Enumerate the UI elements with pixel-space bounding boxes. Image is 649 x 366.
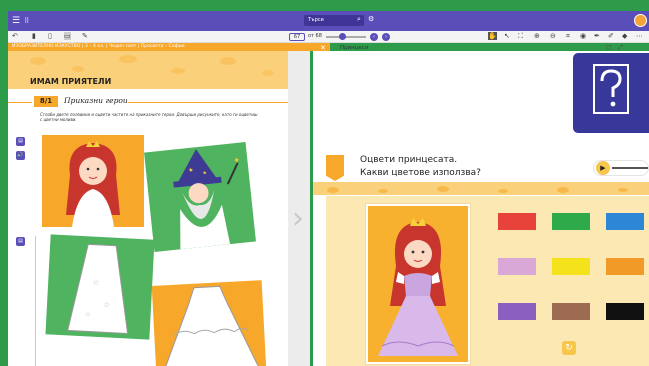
document-icon[interactable]: ▤ xyxy=(16,137,25,146)
gown-outline-image xyxy=(151,280,267,366)
gear-icon[interactable]: ⚙ xyxy=(368,15,374,23)
page-divider[interactable]: › xyxy=(288,51,310,366)
refresh-icon: ↻ xyxy=(565,343,573,353)
zoom-out-icon[interactable]: ⊖ xyxy=(550,32,556,40)
svg-text:☆: ☆ xyxy=(84,310,91,318)
reader-toolbar: ↶ ▮ ▯ ▭ ✎ 67 от 68 ‹ › ✋ ↖ ⛶ ⊕ ⊖ ⌗ ◉ ✒ ✐… xyxy=(8,31,649,43)
marker-icon[interactable]: ✐ xyxy=(608,32,614,40)
svg-text:★: ★ xyxy=(188,167,194,175)
pointer-icon[interactable]: ↖ xyxy=(504,32,510,40)
color-swatch-green[interactable] xyxy=(552,213,590,230)
pen-icon[interactable]: ✒ xyxy=(594,32,600,40)
textbook-page: ИМАМ ПРИЯТЕЛИ 8/1 Приказни герои Сглоби … xyxy=(8,51,288,366)
svg-text:✦: ✦ xyxy=(233,156,241,166)
single-page-icon[interactable]: ▯ xyxy=(48,32,52,40)
divider xyxy=(8,102,32,103)
document-icon[interactable]: ▤ xyxy=(16,237,25,246)
edit-icon[interactable]: ✎ xyxy=(82,32,88,40)
hamburger-icon[interactable]: ☰ xyxy=(12,16,20,26)
zoom-slider-handle[interactable] xyxy=(338,33,346,40)
lesson-title: Приказни герои xyxy=(64,96,128,105)
prev-page-button[interactable]: ‹ xyxy=(370,33,378,41)
lesson-instructions: Сглоби двете половини и оцвети частите н… xyxy=(40,112,258,122)
question-line-1: Оцвети принцесата. xyxy=(360,155,458,165)
leaf-band-decoration xyxy=(313,182,649,195)
breadcrumb: ИЗОБРАЗИТЕЛНО ИЗКУСТВО | 3 – 4 кл. | Чед… xyxy=(8,43,330,51)
color-swatch-yellow[interactable] xyxy=(552,258,590,275)
chevron-right-icon[interactable]: › xyxy=(292,201,304,236)
page-total-label: от 68 xyxy=(308,33,322,39)
bookmark-icon[interactable]: ▮ xyxy=(32,32,36,40)
next-page-button[interactable]: › xyxy=(382,33,390,41)
dress-outline-image: ☆ ☆ ☆ xyxy=(45,234,155,340)
window-icon[interactable]: ▢ xyxy=(606,44,612,51)
page-number-input[interactable]: 67 xyxy=(289,33,305,41)
princess-image xyxy=(42,135,144,227)
avatar[interactable] xyxy=(634,14,647,27)
unit-title: ИМАМ ПРИЯТЕЛИ xyxy=(30,77,112,86)
tab-princesses[interactable]: Принцеси xyxy=(340,45,369,51)
fit-screen-icon[interactable]: ⛶ xyxy=(518,32,523,41)
svg-text:☆: ☆ xyxy=(92,278,100,287)
color-swatch-brown[interactable] xyxy=(552,303,590,320)
margin-line xyxy=(35,236,36,366)
publisher-logo xyxy=(326,155,344,181)
princess-coloring-canvas[interactable] xyxy=(366,204,470,364)
question-icon xyxy=(593,64,629,114)
search-icon[interactable]: ⌕ xyxy=(357,15,361,24)
question-line-2: Какви цветове използва? xyxy=(360,168,481,178)
color-swatch-black[interactable] xyxy=(606,303,644,320)
more-icon[interactable]: ⋯ xyxy=(636,32,643,40)
eraser-icon[interactable]: ◆ xyxy=(622,32,627,40)
color-swatch-purple[interactable] xyxy=(498,303,536,320)
hand-tool-icon[interactable]: ✋ xyxy=(488,32,497,40)
audio-icon[interactable]: 🔊 xyxy=(16,151,25,160)
grid-icon[interactable]: ⠿ xyxy=(24,17,29,25)
zoom-in-icon[interactable]: ⊕ xyxy=(534,32,540,40)
help-button[interactable] xyxy=(573,53,649,133)
color-swatch-pink[interactable] xyxy=(498,258,536,275)
lesson-number: 8/1 xyxy=(34,96,58,107)
eye-icon[interactable]: ◉ xyxy=(580,32,586,40)
app-topbar: ☰ ⠿ Търси xyxy=(8,11,649,31)
color-swatch-orange[interactable] xyxy=(606,258,644,275)
audio-progress-track[interactable] xyxy=(612,167,648,169)
back-icon[interactable]: ↶ xyxy=(12,32,18,40)
color-swatch-red[interactable] xyxy=(498,213,536,230)
divider xyxy=(128,102,288,103)
wizard-image: ★ ★ ✦ xyxy=(144,141,256,253)
exercise-question: Оцвети принцесата. Какви цветове използв… xyxy=(360,154,481,180)
search-input[interactable]: Търси xyxy=(304,15,364,26)
play-button[interactable]: ▶ xyxy=(596,161,610,175)
double-page-icon[interactable]: ▭ xyxy=(64,32,71,40)
svg-text:☆: ☆ xyxy=(103,300,111,309)
reset-button[interactable]: ↻ xyxy=(562,341,576,355)
zoom-slider-track[interactable] xyxy=(326,36,366,38)
expand-icon[interactable]: ⤢ xyxy=(618,44,623,52)
crop-icon[interactable]: ⌗ xyxy=(566,32,570,41)
color-swatch-blue[interactable] xyxy=(606,213,644,230)
